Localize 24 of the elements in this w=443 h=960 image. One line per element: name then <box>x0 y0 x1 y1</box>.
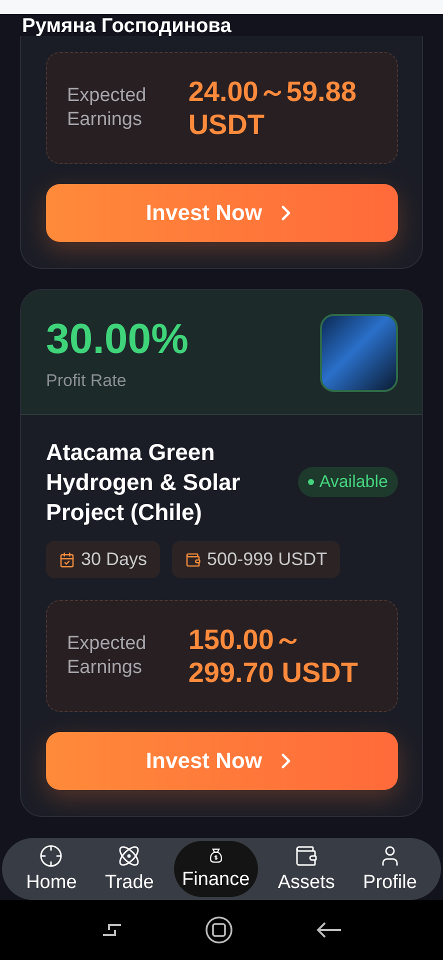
nav-tab[interactable]: Trade <box>96 838 162 900</box>
wallet-icon <box>294 844 318 868</box>
profit-rate: 30.00% <box>46 315 188 363</box>
back-icon[interactable] <box>316 921 342 939</box>
nav-tab[interactable]: Assets <box>270 838 343 900</box>
user-name: Румяна Господинова <box>21 14 232 36</box>
nav-tab[interactable]: Finance <box>174 841 258 897</box>
atom-icon <box>117 844 142 868</box>
earnings-value: 150.00～299.70 USDT <box>188 623 359 689</box>
duration-tag: 30 Days <box>46 541 160 578</box>
nav-tab[interactable]: Home <box>18 838 85 900</box>
earnings-label: Expected Earnings <box>67 84 148 132</box>
earnings-label: Expected Earnings <box>67 632 148 680</box>
project-title: Atacama Green Hydrogen & Solar Project (Chile) <box>46 438 242 527</box>
profit-rate-label: Profit Rate <box>46 371 128 391</box>
calendar-icon <box>59 552 75 568</box>
home-icon[interactable] <box>205 916 234 944</box>
crosshair-icon <box>39 844 64 868</box>
amount-range-tag: 500-999 USDT <box>172 541 340 578</box>
nav-tab[interactable]: Profile <box>355 838 425 900</box>
wallet-icon <box>185 552 202 568</box>
status-badge: Available <box>298 467 398 497</box>
earnings-value: 24.00～59.88 USDT <box>188 75 358 141</box>
recent-apps-icon[interactable] <box>101 922 124 938</box>
